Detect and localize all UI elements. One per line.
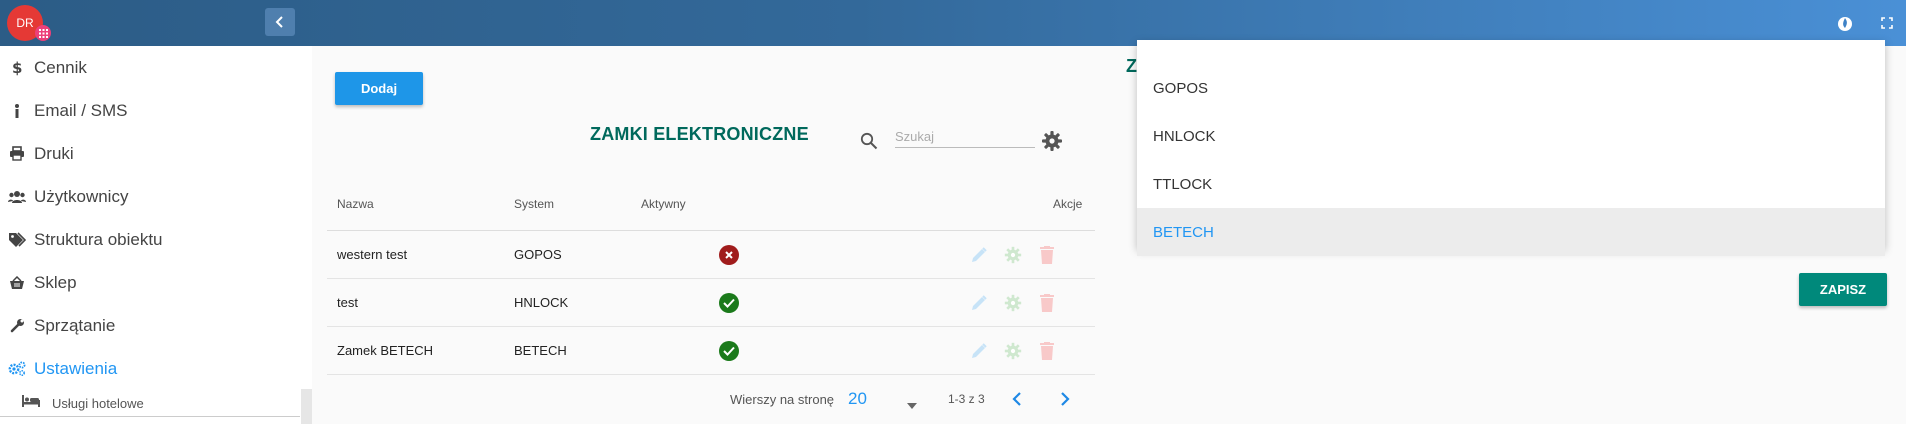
- chevron-left-icon[interactable]: [1012, 392, 1022, 409]
- basket-icon: [0, 275, 34, 290]
- sidebar-item-struktura-obiektu[interactable]: Struktura obiektu: [0, 218, 312, 261]
- inactive-status-icon: [719, 245, 739, 265]
- cell-name: test: [337, 295, 358, 310]
- rows-per-page-label: Wierszy na stronę: [730, 392, 835, 407]
- caret-down-icon[interactable]: [907, 397, 917, 412]
- sidebar-item-email-sms[interactable]: Email / SMS: [0, 89, 312, 132]
- bed-icon: [22, 394, 40, 412]
- sidebar-item-druki[interactable]: Druki: [0, 132, 312, 175]
- apps-grid-icon[interactable]: [35, 25, 51, 41]
- fullscreen-icon[interactable]: [1877, 13, 1897, 33]
- sidebar-item-label: Sprzątanie: [34, 315, 116, 335]
- sidebar-item-sklep[interactable]: Sklep: [0, 261, 312, 304]
- sidebar-item-sprzatanie[interactable]: Sprzątanie: [0, 304, 312, 347]
- cell-name: western test: [337, 247, 408, 262]
- table-row[interactable]: Zamek BETECH BETECH: [327, 327, 1095, 375]
- dropdown-option-gopos[interactable]: GOPOS: [1137, 64, 1885, 112]
- info-icon: [0, 103, 34, 119]
- page-title: ZAMKI ELEKTRONICZNE: [590, 124, 809, 144]
- search-icon[interactable]: [860, 132, 878, 155]
- dropdown-option-ttlock[interactable]: TTLOCK: [1137, 160, 1885, 208]
- delete-icon[interactable]: [1037, 293, 1057, 313]
- pagination-range: 1-3 z 3: [948, 392, 985, 406]
- edit-icon[interactable]: [969, 245, 989, 265]
- tags-icon: [0, 232, 34, 247]
- cell-system: BETECH: [514, 343, 567, 358]
- cell-system: HNLOCK: [514, 295, 569, 310]
- chevron-right-icon[interactable]: [1060, 392, 1070, 409]
- column-header-actions: Akcje: [1053, 197, 1083, 211]
- sidebar-item-label: Struktura obiektu: [34, 229, 163, 249]
- divider: [0, 416, 300, 417]
- table-row[interactable]: western test GOPOS: [327, 231, 1095, 279]
- chevron-left-icon: [275, 16, 283, 28]
- collapse-sidebar-button[interactable]: [265, 8, 295, 36]
- locks-table: Nazwa System Aktywny Akcje western test …: [327, 181, 1095, 375]
- cell-system: GOPOS: [514, 247, 562, 262]
- active-status-icon: [719, 293, 739, 313]
- sidebar-item-uzytkownicy[interactable]: Użytkownicy: [0, 175, 312, 218]
- sidebar-scrollbar[interactable]: [301, 389, 312, 424]
- column-header-system[interactable]: System: [514, 197, 554, 211]
- dropdown-option-betech[interactable]: BETECH: [1137, 208, 1885, 256]
- printer-icon: [0, 146, 34, 161]
- pagination: Wierszy na stronę 20 1-3 z 3: [730, 388, 1110, 412]
- fire-icon[interactable]: [1835, 13, 1855, 33]
- table-header: Nazwa System Aktywny Akcje: [327, 181, 1095, 231]
- sidebar-item-label: Email / SMS: [34, 100, 128, 120]
- lock-settings-icon[interactable]: [1003, 293, 1023, 313]
- users-icon: [0, 190, 34, 203]
- gear-icon[interactable]: [1041, 130, 1063, 157]
- cell-name: Zamek BETECH: [337, 343, 434, 358]
- sidebar-item-ustawienia[interactable]: Ustawienia: [0, 347, 312, 390]
- dialog-title: Z: [1126, 56, 1137, 76]
- sidebar-subitem-uslugi-hotelowe[interactable]: Usługi hotelowe: [22, 388, 144, 418]
- sidebar-subitem-label: Usługi hotelowe: [52, 395, 144, 411]
- edit-icon[interactable]: [969, 341, 989, 361]
- sidebar: $ Cennik Email / SMS Druki Użytkownicy S…: [0, 46, 312, 424]
- svg-text:$: $: [12, 60, 22, 76]
- table-row[interactable]: test HNLOCK: [327, 279, 1095, 327]
- sidebar-item-label: Cennik: [34, 57, 87, 77]
- cogs-icon: [0, 361, 34, 376]
- sidebar-item-label: Ustawienia: [34, 358, 118, 378]
- dollar-icon: $: [0, 60, 34, 76]
- column-header-name[interactable]: Nazwa: [337, 197, 374, 211]
- dropdown-option-hnlock[interactable]: HNLOCK: [1137, 112, 1885, 160]
- save-button[interactable]: ZAPISZ: [1799, 273, 1887, 306]
- sidebar-item-cennik[interactable]: $ Cennik: [0, 46, 312, 89]
- lock-settings-icon[interactable]: [1003, 341, 1023, 361]
- active-status-icon: [719, 341, 739, 361]
- avatar-initials: DR: [16, 16, 34, 30]
- sidebar-item-label: Sklep: [34, 272, 77, 292]
- add-button[interactable]: Dodaj: [335, 72, 423, 105]
- sidebar-item-label: Druki: [34, 143, 74, 163]
- search-input[interactable]: [895, 126, 1035, 148]
- delete-icon[interactable]: [1037, 341, 1057, 361]
- sidebar-item-label: Użytkownicy: [34, 186, 129, 206]
- column-header-active[interactable]: Aktywny: [641, 197, 686, 211]
- wrench-icon: [0, 318, 34, 333]
- rows-per-page-select[interactable]: 20: [848, 389, 867, 409]
- delete-icon[interactable]: [1037, 245, 1057, 265]
- lock-settings-icon[interactable]: [1003, 245, 1023, 265]
- edit-icon[interactable]: [969, 293, 989, 313]
- system-dropdown-menu: GOPOS HNLOCK TTLOCK BETECH: [1137, 40, 1885, 256]
